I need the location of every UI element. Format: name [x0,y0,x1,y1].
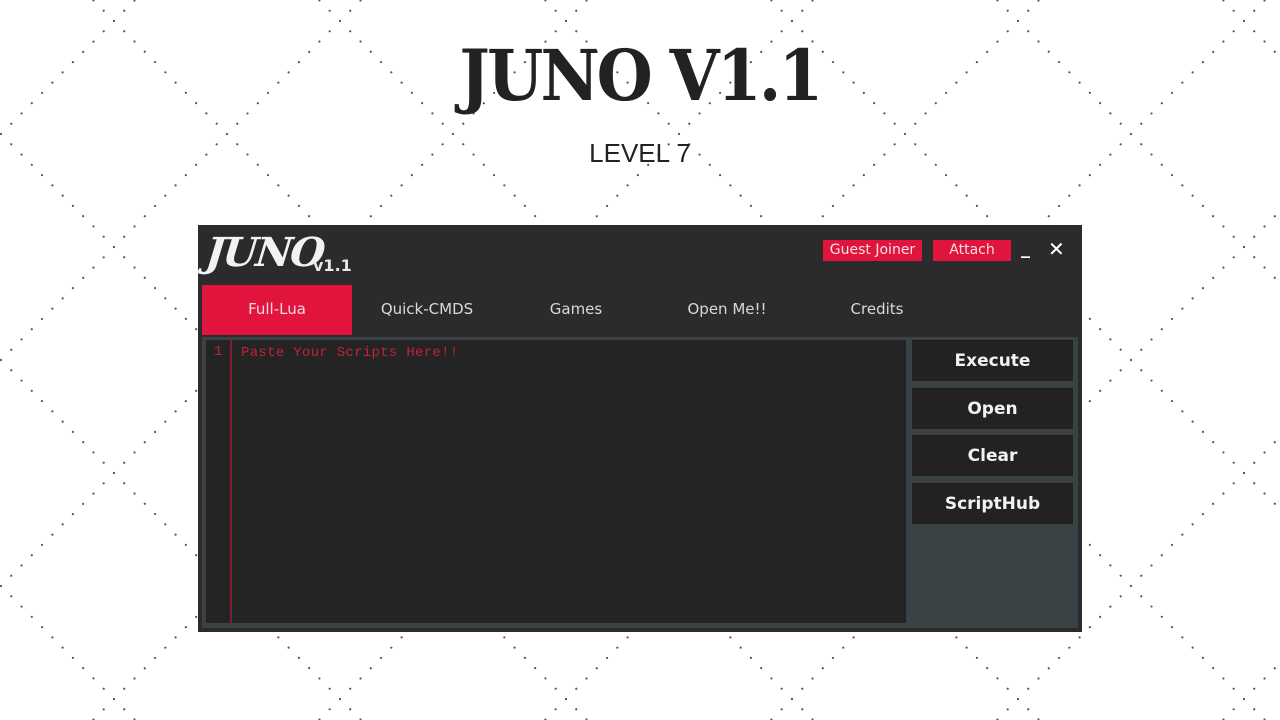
tab-quick-cmds[interactable]: Quick-CMDS [352,285,502,335]
page-title: JUNO V1.1 [459,34,823,117]
tab-games[interactable]: Games [501,285,651,335]
scripthub-button[interactable]: ScriptHub [912,483,1073,524]
open-button[interactable]: Open [912,388,1073,429]
close-icon[interactable]: ✕ [1048,237,1065,261]
minimize-icon[interactable]: _ [1021,238,1030,259]
editor-content[interactable]: Paste Your Scripts Here!! [241,345,459,361]
juno-logo: JUNO [203,229,326,276]
version-label: v1.1 [313,256,352,275]
tab-bar: Full-Lua Quick-CMDS Games Open Me!! Cred… [202,285,1078,335]
tab-open-me[interactable]: Open Me!! [652,285,802,335]
gutter-divider [230,340,232,623]
editor-frame: 1 Paste Your Scripts Here!! Execute Open… [202,337,1078,628]
attach-button[interactable]: Attach [933,240,1011,261]
guest-joiner-button[interactable]: Guest Joiner [823,240,922,261]
line-number: 1 [214,344,223,360]
tab-full-lua[interactable]: Full-Lua [202,285,352,335]
tab-credits[interactable]: Credits [802,285,952,335]
juno-window: JUNO v1.1 Guest Joiner Attach _ ✕ Full-L… [198,225,1082,632]
page-subtitle: LEVEL 7 [589,138,691,168]
execute-button[interactable]: Execute [912,340,1073,381]
script-editor[interactable]: 1 Paste Your Scripts Here!! [206,340,906,623]
clear-button[interactable]: Clear [912,435,1073,476]
